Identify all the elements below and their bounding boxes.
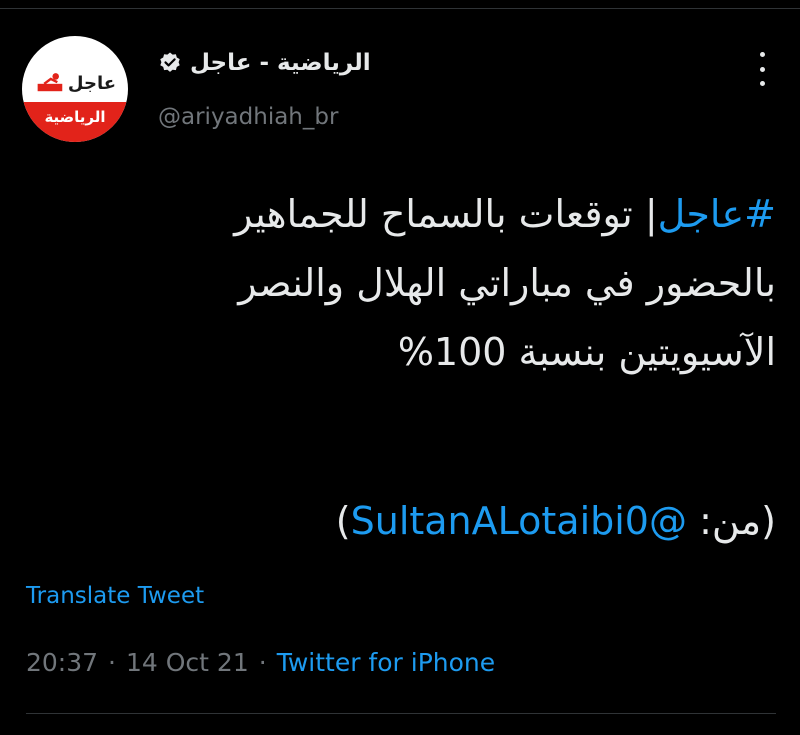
avatar-badge-text: عاجل <box>67 72 116 94</box>
tweet-line-1: #عاجل| توقعات بالسماح للجماهير <box>56 180 776 249</box>
mention-link[interactable]: @SultanALotaibi0 <box>351 499 687 543</box>
translate-tweet-link[interactable]: Translate Tweet <box>26 583 204 609</box>
tweet-line-3: الآسيويتين بنسبة 100% <box>397 330 776 374</box>
tweet-source-link[interactable]: Twitter for iPhone <box>277 648 495 677</box>
verified-badge-icon <box>160 52 180 72</box>
runner-icon <box>37 73 63 92</box>
top-divider <box>0 8 800 9</box>
avatar-brand-text: الرياضية <box>44 108 106 126</box>
tweet-text: #عاجل| توقعات بالسماح للجماهير بالحضور ف… <box>56 180 776 556</box>
tweet-time[interactable]: 20:37 <box>26 648 98 677</box>
tweet-meta: 20:37 · 14 Oct 21 · Twitter for iPhone <box>26 648 495 677</box>
avatar-brand-strip: الرياضية <box>22 102 128 142</box>
display-name-text: الرياضية - عاجل <box>190 50 371 76</box>
avatar[interactable]: عاجل الرياضية <box>22 36 128 142</box>
tweet-line-1-text: | توقعات بالسماح للجماهير <box>234 192 658 236</box>
bottom-divider <box>26 713 776 714</box>
credit-suffix: ) <box>335 499 351 543</box>
meta-separator: · <box>258 648 267 677</box>
account-handle[interactable]: @ariyadhiah_br <box>158 104 338 130</box>
meta-separator: · <box>108 648 116 677</box>
avatar-badge: عاجل <box>36 66 116 100</box>
credit-prefix: (من: <box>687 499 776 543</box>
hashtag-link[interactable]: #عاجل <box>658 192 776 236</box>
tweet-date[interactable]: 14 Oct 21 <box>126 648 249 677</box>
tweet-line-2: بالحضور في مباراتي الهلال والنصر <box>238 261 776 305</box>
more-vertical-icon[interactable] <box>750 52 774 86</box>
tweet-credit-line: (من: @SultanALotaibi0) <box>56 487 776 556</box>
display-name[interactable]: الرياضية - عاجل <box>158 50 371 76</box>
